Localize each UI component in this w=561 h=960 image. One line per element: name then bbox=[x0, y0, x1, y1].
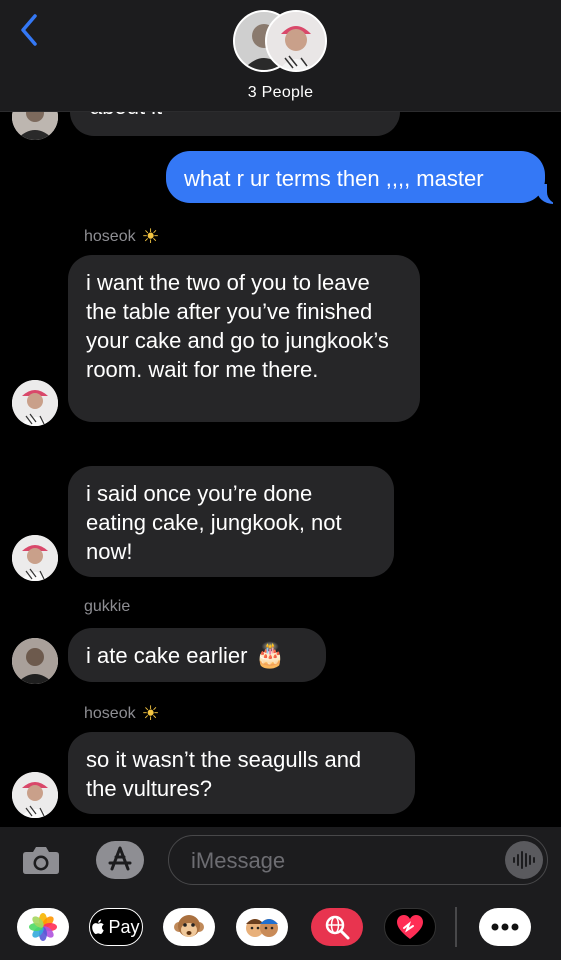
message-bubble-incoming[interactable]: i said once you’re done eating cake, jun… bbox=[68, 466, 394, 577]
avatar[interactable] bbox=[12, 535, 58, 581]
message-text: what r ur terms then ,,,, master bbox=[184, 166, 484, 191]
back-button[interactable] bbox=[14, 10, 44, 50]
animoji-button[interactable] bbox=[163, 908, 215, 946]
photos-app-icon bbox=[29, 913, 57, 941]
avatar[interactable] bbox=[12, 638, 58, 684]
drawer-divider bbox=[455, 907, 457, 947]
web-images-search-icon bbox=[325, 915, 350, 940]
sender-label: hoseok bbox=[84, 704, 136, 722]
more-apps-icon bbox=[491, 923, 519, 931]
sender-name: gukkie bbox=[84, 598, 130, 616]
sender-name: hoseok ☀ bbox=[84, 701, 160, 726]
message-bubble-incoming[interactable]: i want the two of you to leave the table… bbox=[68, 255, 420, 422]
compose-bar: Pay bbox=[0, 827, 561, 960]
group-member-count[interactable]: 3 People bbox=[0, 84, 561, 102]
animoji-icon bbox=[174, 915, 204, 937]
group-member-avatar bbox=[265, 10, 327, 72]
sender-name: hoseok ☀ bbox=[84, 224, 160, 249]
memoji-button[interactable] bbox=[236, 908, 288, 946]
web-images-button[interactable] bbox=[311, 908, 363, 946]
apple-pay-button[interactable]: Pay bbox=[89, 908, 143, 946]
chevron-left-icon bbox=[21, 14, 37, 46]
sender-label: gukkie bbox=[84, 598, 131, 615]
avatar[interactable] bbox=[12, 772, 58, 818]
apple-pay-label: Pay bbox=[108, 916, 140, 937]
conversation-header: 3 People bbox=[0, 0, 561, 112]
sun-emoji-icon: ☀ bbox=[141, 226, 160, 248]
more-apps-button[interactable] bbox=[479, 908, 531, 946]
message-text: i ate cake earlier bbox=[86, 642, 248, 668]
memoji-icon bbox=[246, 919, 278, 937]
message-text: i said once you’re done eating cake, jun… bbox=[86, 481, 342, 564]
avatar[interactable] bbox=[12, 380, 58, 426]
message-bubble-outgoing[interactable]: what r ur terms then ,,,, master bbox=[166, 151, 545, 203]
cake-emoji-icon: 🎂 bbox=[255, 641, 286, 669]
message-bubble-incoming[interactable]: i ate cake earlier 🎂 bbox=[68, 628, 326, 682]
photos-app-button[interactable] bbox=[17, 908, 69, 946]
message-text: so it wasn’t the seagulls and the vultur… bbox=[86, 747, 362, 801]
message-text: i want the two of you to leave the table… bbox=[86, 270, 389, 382]
message-bubble-incoming[interactable]: so it wasn’t the seagulls and the vultur… bbox=[68, 732, 415, 814]
group-avatar[interactable] bbox=[233, 10, 328, 74]
sun-emoji-icon: ☀ bbox=[141, 703, 160, 725]
apple-logo-icon bbox=[92, 919, 105, 934]
digital-touch-icon bbox=[397, 915, 423, 939]
sender-label: hoseok bbox=[84, 227, 136, 245]
app-drawer: Pay bbox=[0, 827, 561, 960]
digital-touch-button[interactable] bbox=[384, 908, 436, 946]
